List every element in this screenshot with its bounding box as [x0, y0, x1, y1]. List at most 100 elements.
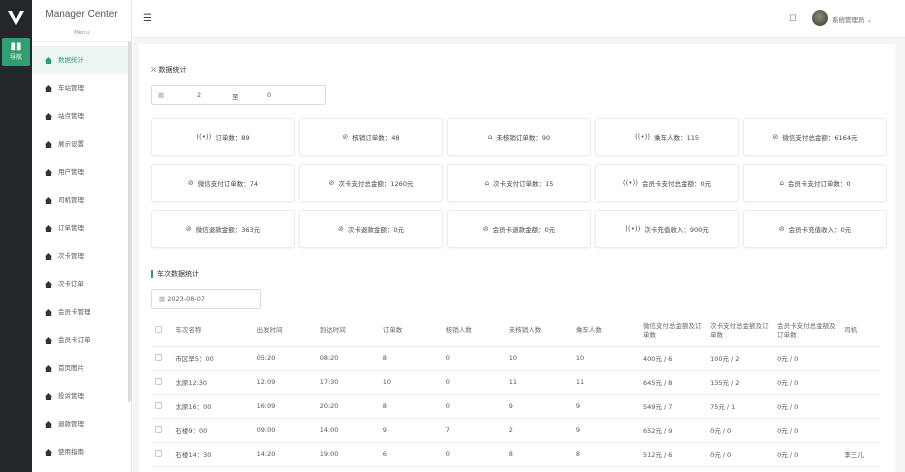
- table-cell: 20:20: [315, 394, 379, 419]
- avatar[interactable]: [812, 10, 828, 26]
- table-row[interactable]: 太原16：00 16:09 20:20 8 0 9 9 549元 / 7 75元 / 1 0元 /…: [151, 394, 881, 419]
- sidebar-item[interactable]: 次卡订单: [32, 270, 131, 298]
- sidebar-item[interactable]: 退款管理: [32, 410, 131, 438]
- row-checkbox[interactable]: [155, 449, 162, 457]
- table-row[interactable]: 市区早5：00 05:20 08:20 8 0 10 10 400元 / 6 100元 / 20…: [151, 346, 881, 371]
- signal-icon: ((•)): [625, 225, 641, 233]
- table-cell: 6: [378, 442, 442, 467]
- table-cell: 0元 / 0: [773, 418, 841, 443]
- stat-card-label: 会员卡充值收入：0元: [788, 226, 852, 234]
- table-cell: 0元 / 0: [773, 346, 841, 371]
- stat-card: ⊘ 微信支付总金额：6164元: [743, 118, 887, 156]
- stat-card: ⊘ 微信退款金额：363元: [151, 210, 295, 248]
- user-name[interactable]: 系统管理员 ⌄: [832, 14, 872, 24]
- stat-card-label: 未核销订单数：90: [496, 134, 551, 142]
- table-row[interactable]: 石楼9：00 09:00 14:00 9 7 2 9 652元 / 9 0元 / 0 0元 / 0: [151, 418, 881, 443]
- table-row[interactable]: 太原12:30 12:09 17:30 10 0 11 11 645元 / 8 135元 / 2…: [151, 370, 881, 395]
- table-cell: 549元 / 7: [638, 394, 707, 419]
- table-cell: 8: [378, 346, 442, 371]
- chevron-down-icon: ⌄: [866, 16, 873, 24]
- table-cell: 12:09: [252, 370, 316, 395]
- table-cell: 11: [571, 370, 639, 395]
- table-header-row: 车次名称 出发时间 到达时间 订单数 核销人数 未核销人数 乘车人数 微信支付总金额及订单数次…: [151, 316, 881, 347]
- table-cell: 11: [504, 370, 572, 395]
- home-icon: [45, 168, 52, 176]
- select-all-checkbox[interactable]: [155, 325, 162, 333]
- table-cell: 10: [504, 346, 572, 371]
- home-icon: ⌂: [487, 133, 493, 141]
- row-checkbox[interactable]: [155, 401, 162, 409]
- sidebar-item[interactable]: 展示设置: [32, 130, 131, 158]
- menu-nav-button[interactable]: ▮▮ 导航: [2, 38, 30, 66]
- brand-title: Manager Center: [45, 9, 118, 20]
- range-separator: 至: [232, 93, 239, 101]
- table-cell: 14:00: [315, 418, 379, 443]
- stat-card-label: 会员卡退款金额：0元: [492, 226, 556, 234]
- sidebar-item-label: 首页图片: [58, 364, 84, 372]
- table-cell: [840, 370, 881, 395]
- table-cell: 9: [571, 394, 639, 419]
- sidebar-item-label: 次卡订单: [58, 280, 84, 288]
- table-cell: 17:30: [315, 370, 379, 395]
- logo-icon: [8, 11, 24, 25]
- refresh-icon[interactable]: ◻: [789, 13, 796, 23]
- row-checkbox[interactable]: [155, 425, 162, 433]
- sidebar-item[interactable]: 司机管理: [32, 186, 131, 214]
- date-range-picker[interactable]: ▦ 2 至 0: [151, 85, 326, 105]
- table-cell: 0元 / 0: [773, 442, 841, 467]
- stat-card: ⌂ 会员卡支付订单数：0: [743, 164, 887, 202]
- check-circle-icon: ⊘: [772, 133, 779, 141]
- sidebar-item-label: 车站管理: [58, 84, 84, 92]
- table-body: 市区早5：00 05:20 08:20 8 0 10 10 400元 / 6 100元 / 20…: [151, 346, 881, 467]
- sidebar-scrollbar[interactable]: [128, 42, 131, 402]
- stat-card: ((•)) 次卡充值收入：900元: [595, 210, 739, 248]
- stat-card-label: 微信退款金额：363元: [195, 226, 261, 234]
- table-cell: 0: [441, 346, 505, 371]
- stat-card: ⊘ 会员卡充值收入：0元: [743, 210, 887, 248]
- table-row[interactable]: 石楼14：30 14:20 19:00 6 0 8 8 512元 / 6 0元 / 0 0元 / …: [151, 442, 881, 467]
- sidebar-item[interactable]: 车站管理: [32, 74, 131, 102]
- table-cell: 8: [504, 442, 572, 467]
- table-cell: 市区早5：00: [171, 346, 253, 371]
- table-cell: 0元 / 0: [706, 418, 774, 443]
- menu-nav-label: 导航: [9, 54, 22, 61]
- hamburger-icon[interactable]: ☰: [143, 13, 152, 24]
- stat-card: ⊘ 微信支付订单数：74: [151, 164, 295, 202]
- stat-card-label: 会员卡支付总金额：0元: [641, 180, 712, 188]
- sidebar-item-label: 会员卡管理: [58, 308, 91, 316]
- range-end[interactable]: 0: [267, 91, 271, 99]
- table-cell: 0元 / 0: [773, 394, 841, 419]
- table-cell: 16:09: [252, 394, 316, 419]
- home-icon: [45, 112, 52, 120]
- table-cell: 19:00: [315, 442, 379, 467]
- sidebar-item[interactable]: 使用指南: [32, 438, 131, 466]
- table-cell: 08:20: [315, 346, 379, 371]
- sidebar-item[interactable]: 会员卡订单: [32, 326, 131, 354]
- sidebar-item[interactable]: 订单管理: [32, 214, 131, 242]
- sidebar-item[interactable]: 投诉管理: [32, 382, 131, 410]
- table-cell: 09:00: [252, 418, 316, 443]
- sidebar-item[interactable]: 次卡管理: [32, 242, 131, 270]
- sidebar-item[interactable]: 数据统计: [32, 46, 131, 74]
- column-header: 车次名称: [171, 316, 253, 347]
- check-circle-icon: ⊘: [328, 179, 335, 187]
- trips-table: 车次名称 出发时间 到达时间 订单数 核销人数 未核销人数 乘车人数 微信支付总金额及订单数次…: [151, 316, 881, 467]
- table-cell: 太原12:30: [171, 370, 253, 395]
- table-cell: 10: [571, 346, 639, 371]
- sidebar-item-label: 投诉管理: [58, 392, 84, 400]
- column-header: 订单数: [378, 316, 442, 347]
- sidebar-item[interactable]: 站点管理: [32, 102, 131, 130]
- sidebar-item[interactable]: 会员卡管理: [32, 298, 131, 326]
- home-icon: [45, 392, 52, 400]
- table-cell: 太原16：00: [171, 394, 253, 419]
- row-checkbox[interactable]: [155, 353, 162, 361]
- main-content: ⛌ 数据统计 ▦ 2 至 0 ((•)) 订单数：89 ⊘ 核销订单数：48 ⌂ 未核销订…: [133, 38, 905, 472]
- trip-date-picker[interactable]: ▦ 2023-08-07: [151, 289, 261, 309]
- check-circle-icon: ⊘: [187, 179, 194, 187]
- home-icon: [45, 308, 52, 316]
- sidebar-item[interactable]: 用户管理: [32, 158, 131, 186]
- stat-card: ((•)) 订单数：89: [151, 118, 295, 156]
- range-start[interactable]: 2: [197, 91, 201, 99]
- sidebar-item[interactable]: 首页图片: [32, 354, 131, 382]
- row-checkbox[interactable]: [155, 377, 162, 385]
